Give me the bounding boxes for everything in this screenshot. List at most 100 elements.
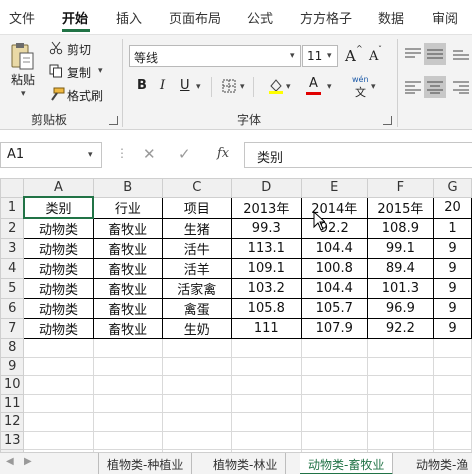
grid-cell[interactable]	[92, 412, 163, 432]
font-launcher-icon[interactable]	[383, 116, 392, 125]
grid-cell[interactable]	[300, 375, 368, 395]
grid-cell[interactable]	[230, 356, 302, 376]
row-header[interactable]: 5	[0, 278, 25, 299]
grid-cell[interactable]	[366, 412, 434, 432]
bold-button[interactable]: B	[137, 78, 147, 93]
grid-cell[interactable]: 动物类	[23, 258, 94, 279]
grid-cell[interactable]	[366, 430, 434, 450]
clipboard-launcher-icon[interactable]	[109, 116, 118, 125]
grid-cell[interactable]: 2013年	[230, 196, 302, 219]
align-bottom-icon[interactable]	[452, 47, 470, 61]
grid-cell[interactable]: 109.1	[230, 258, 302, 279]
grid-cell[interactable]	[366, 356, 434, 376]
grid-cell[interactable]	[92, 393, 163, 413]
grid-cell[interactable]: 类别	[22, 196, 95, 219]
font-name-dropdown-icon[interactable]: ▾	[290, 51, 295, 61]
grid-cell[interactable]	[300, 338, 368, 358]
grid-cell[interactable]	[92, 338, 163, 358]
fill-color-dropdown-icon[interactable]: ▾	[286, 82, 291, 92]
menu-home[interactable]: 开始	[62, 8, 88, 27]
grid-cell[interactable]	[161, 356, 232, 376]
grid-cell[interactable]: 9	[432, 298, 472, 319]
align-top-icon[interactable]	[404, 47, 422, 61]
grid-cell[interactable]	[432, 356, 472, 376]
column-header[interactable]: B	[92, 178, 163, 198]
grow-font-button[interactable]: A	[345, 47, 356, 65]
align-center-icon[interactable]	[426, 80, 444, 94]
grid-cell[interactable]	[23, 338, 94, 358]
grid-cell[interactable]: 动物类	[23, 298, 94, 319]
grid-cell[interactable]	[432, 375, 472, 395]
grid-cell[interactable]: 108.9	[366, 217, 434, 239]
borders-dropdown-icon[interactable]: ▾	[240, 82, 245, 92]
grid-cell[interactable]	[23, 393, 94, 413]
row-header[interactable]: 7	[0, 318, 25, 339]
row-header[interactable]: 13	[0, 430, 25, 450]
grid-cell[interactable]: 2014年	[300, 196, 368, 219]
grid-cell[interactable]: 禽蛋	[161, 298, 232, 319]
align-middle-icon[interactable]	[426, 47, 444, 61]
grid-cell[interactable]: 105.8	[230, 298, 302, 319]
font-size-select[interactable]: 11	[302, 45, 338, 67]
align-left-icon[interactable]	[404, 80, 422, 94]
spreadsheet-grid[interactable]: A B C D E F G 1 类别 行业 项目 2013年 2014年 2015年 20 2 动物类 畜牧业 生猪…	[0, 178, 472, 452]
copy-button[interactable]: 复制	[67, 64, 91, 81]
grid-cell[interactable]: 89.4	[366, 258, 434, 279]
grid-cell[interactable]: 105.7	[300, 298, 368, 319]
grid-cell[interactable]: 畜牧业	[92, 258, 163, 279]
borders-icon[interactable]	[222, 79, 236, 93]
formula-input[interactable]: 类别	[244, 142, 472, 168]
grid-cell[interactable]: 行业	[92, 196, 163, 219]
grid-cell[interactable]	[300, 430, 368, 450]
tab-scroll-left-icon[interactable]: ◀	[6, 456, 14, 467]
grid-cell[interactable]	[432, 430, 472, 450]
grid-cell[interactable]	[161, 338, 232, 358]
grid-cell[interactable]: 103.2	[230, 278, 302, 299]
grid-cell[interactable]: 9	[432, 318, 472, 339]
grid-cell[interactable]: 100.8	[300, 258, 368, 279]
grid-cell[interactable]: 9	[432, 238, 472, 259]
copy-dropdown-icon[interactable]: ▾	[98, 66, 103, 76]
grid-cell[interactable]: 活家禽	[161, 278, 232, 299]
grid-cell[interactable]	[161, 375, 232, 395]
grid-cell[interactable]: 动物类	[23, 217, 94, 239]
paste-icon[interactable]	[10, 41, 36, 71]
grid-cell[interactable]: 104.4	[300, 278, 368, 299]
grid-cell[interactable]	[230, 393, 302, 413]
grid-cell[interactable]	[161, 412, 232, 432]
scissors-icon[interactable]	[49, 41, 63, 55]
grid-cell[interactable]	[432, 412, 472, 432]
grid-cell[interactable]: 92.2	[366, 318, 434, 339]
grid-cell[interactable]: 动物类	[23, 278, 94, 299]
row-header[interactable]: 6	[0, 298, 25, 319]
sheet-tab[interactable]: 动物类-渔	[408, 453, 472, 474]
cut-button[interactable]: 剪切	[67, 41, 91, 58]
menu-review[interactable]: 审阅	[432, 8, 458, 27]
column-header[interactable]: E	[300, 178, 368, 198]
grid-cell[interactable]	[92, 375, 163, 395]
menu-insert[interactable]: 插入	[116, 8, 142, 27]
column-header[interactable]: F	[366, 178, 434, 198]
row-header[interactable]: 4	[0, 258, 25, 279]
sheet-tab[interactable]: 植物类-种植业	[98, 453, 193, 474]
grid-cell[interactable]	[300, 412, 368, 432]
grid-cell[interactable]: 111	[230, 318, 302, 339]
grid-cell[interactable]: 104.4	[300, 238, 368, 259]
font-name-select[interactable]: 等线	[129, 45, 301, 67]
insert-function-icon[interactable]: fx	[217, 146, 229, 161]
row-header[interactable]: 12	[0, 412, 25, 432]
menu-formulas[interactable]: 公式	[247, 8, 273, 27]
menu-data[interactable]: 数据	[378, 8, 404, 27]
grid-cell[interactable]	[92, 356, 163, 376]
grid-cell[interactable]: 96.9	[366, 298, 434, 319]
grid-cell[interactable]	[300, 356, 368, 376]
phonetic-button[interactable]: wén	[352, 75, 369, 84]
grid-cell[interactable]: 动物类	[23, 238, 94, 259]
select-all-corner[interactable]	[0, 178, 25, 198]
format-painter-button[interactable]: 格式刷	[67, 87, 103, 104]
name-box[interactable]: A1	[0, 142, 102, 168]
grid-cell[interactable]: 畜牧业	[92, 238, 163, 259]
phonetic-dropdown-icon[interactable]: ▾	[371, 82, 376, 92]
tab-scroll-right-icon[interactable]: ▶	[24, 456, 32, 467]
sheet-tab[interactable]: 植物类-林业	[205, 453, 287, 474]
